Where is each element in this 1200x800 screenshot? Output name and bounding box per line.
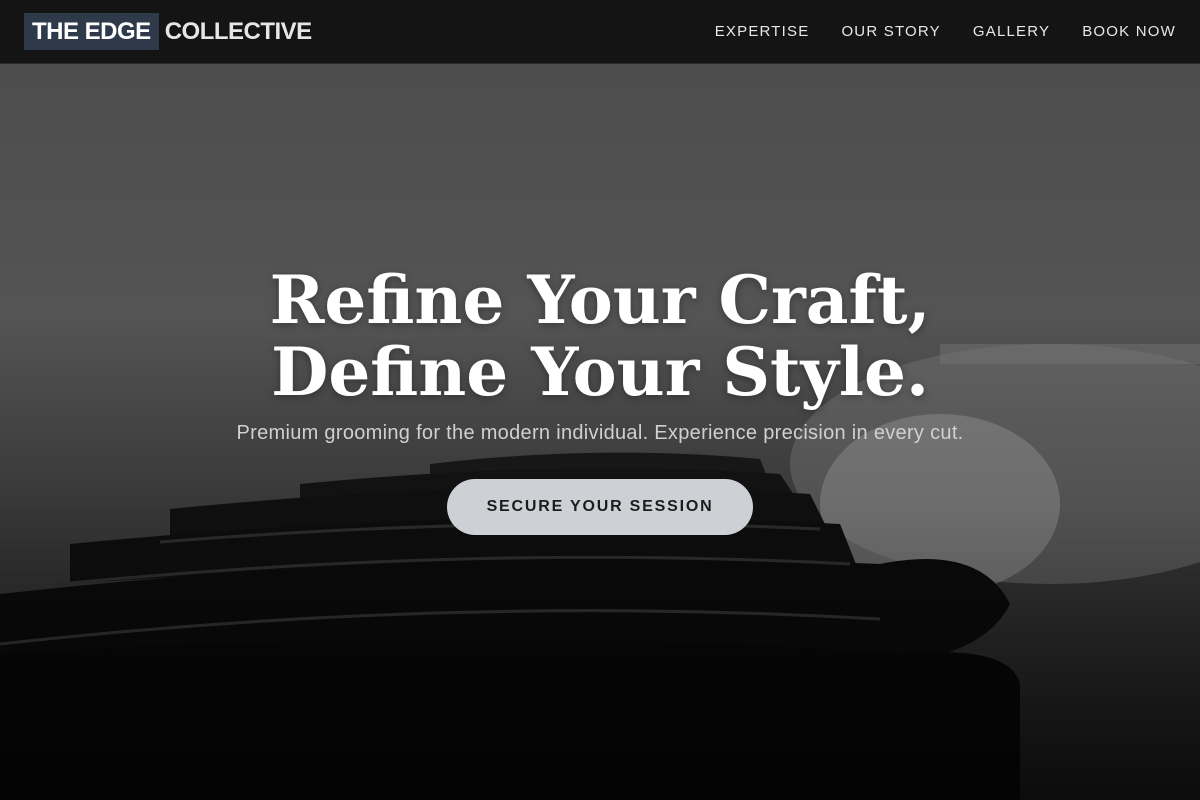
- nav-link-expertise[interactable]: EXPERTISE: [715, 23, 810, 40]
- secure-session-button[interactable]: SECURE YOUR SESSION: [447, 479, 753, 535]
- hero-subtitle: Premium grooming for the modern individu…: [236, 422, 964, 444]
- main-nav: EXPERTISE OUR STORY GALLERY BOOK NOW: [715, 23, 1176, 40]
- brand-logo[interactable]: THE EDGE COLLECTIVE: [24, 13, 313, 50]
- logo-boxed-text: THE EDGE: [24, 13, 159, 50]
- hero-section: Refine Your Craft, Define Your Style. Pr…: [0, 64, 1200, 800]
- nav-link-our-story[interactable]: OUR STORY: [841, 23, 940, 40]
- top-navbar: THE EDGE COLLECTIVE EXPERTISE OUR STORY …: [0, 0, 1200, 64]
- hero-title-line-2: Define Your Style.: [271, 333, 929, 411]
- nav-link-gallery[interactable]: GALLERY: [973, 23, 1050, 40]
- hero-title-line-1: Refine Your Craft,: [269, 261, 931, 339]
- logo-text: COLLECTIVE: [164, 17, 313, 45]
- hero-title: Refine Your Craft, Define Your Style.: [270, 264, 931, 408]
- hero-content: Refine Your Craft, Define Your Style. Pr…: [0, 264, 1200, 535]
- nav-link-book-now[interactable]: BOOK NOW: [1082, 23, 1176, 40]
